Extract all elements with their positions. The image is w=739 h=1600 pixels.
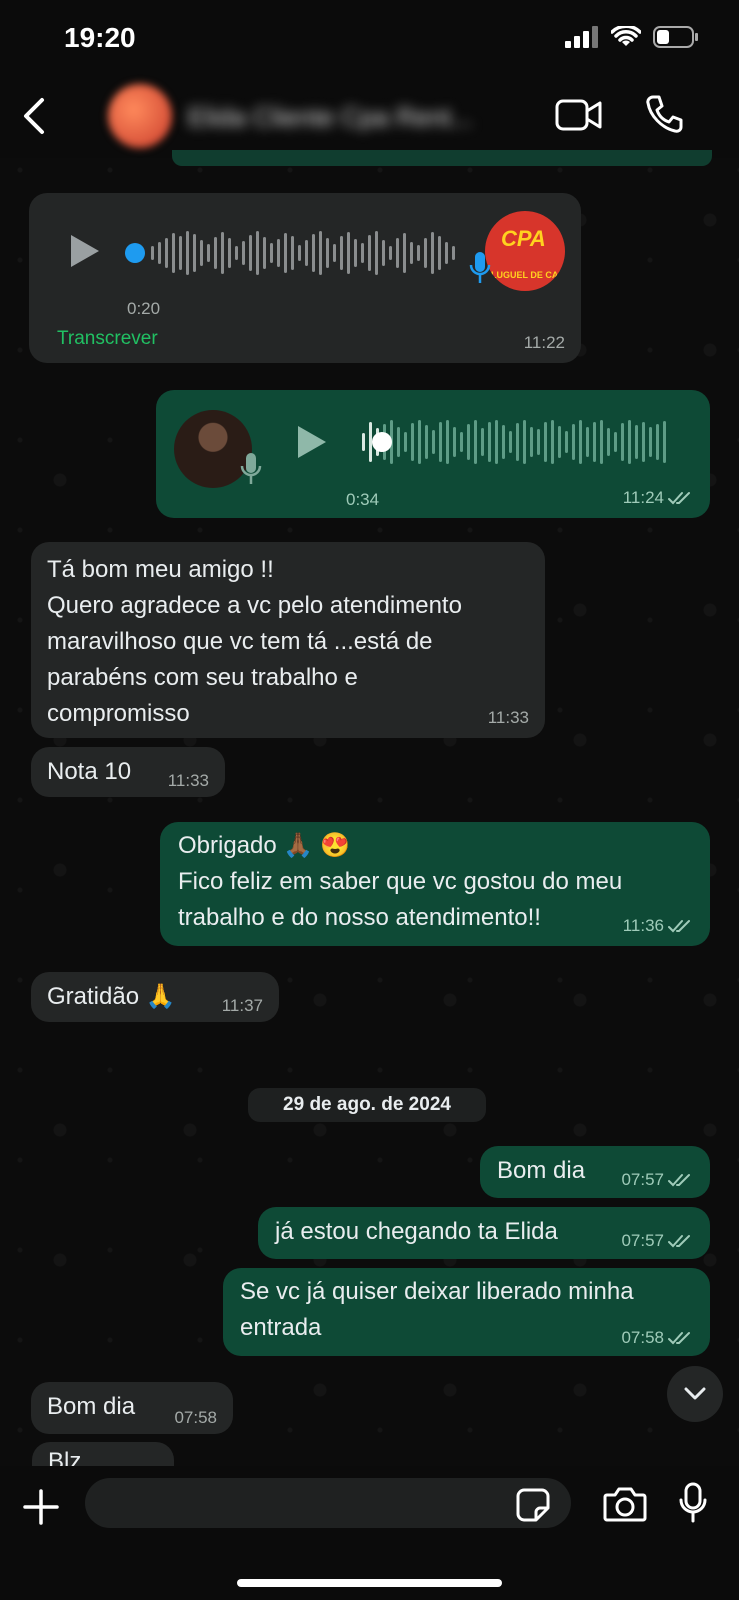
time-label: 07:57 [621, 1231, 664, 1250]
microphone-icon[interactable] [678, 1482, 708, 1524]
message-incoming[interactable]: Gratidão 🙏 11:37 [31, 972, 279, 1022]
message-text: Bom dia [497, 1157, 586, 1184]
voice-message-incoming[interactable]: 0:20 Transcrever CPA LUGUEL DE CARRO 11:… [29, 193, 581, 363]
voice-message-outgoing[interactable]: 0:34 11:24 [156, 390, 710, 518]
double-check-icon [668, 1174, 690, 1187]
message-time: 11:33 [168, 771, 209, 791]
playback-position-dot[interactable] [125, 243, 145, 263]
message-text: Bom dia [47, 1393, 136, 1420]
time-label: 07:58 [174, 1408, 217, 1427]
mic-icon [469, 252, 491, 283]
back-icon[interactable] [18, 94, 48, 138]
double-check-icon [668, 492, 690, 505]
message-time: 07:58 [621, 1328, 694, 1348]
message-text: Se vc já quiser deixar liberado minha en… [240, 1278, 634, 1341]
message-input[interactable] [85, 1478, 571, 1528]
message-outgoing[interactable]: Bom dia 07:57 [480, 1146, 710, 1198]
time-label: 11:33 [167, 771, 209, 790]
sticker-icon[interactable] [516, 1488, 550, 1522]
time-label: 11:36 [622, 916, 664, 935]
message-text: Obrigado 🙏🏾 😍 Fico feliz em saber que vc… [178, 832, 623, 931]
date-separator: 29 de ago. de 2024 [248, 1088, 486, 1122]
waveform[interactable] [362, 418, 666, 466]
wifi-icon [611, 26, 641, 46]
message-incoming-partial[interactable]: Blz [32, 1442, 174, 1466]
message-time: 11:36 [623, 916, 694, 936]
phone-call-icon[interactable] [645, 94, 683, 134]
message-outgoing[interactable]: já estou chegando ta Elida 07:57 [258, 1207, 710, 1259]
status-time: 19:20 [64, 22, 136, 53]
logo-text: CPA [501, 226, 546, 251]
message-time: 11:33 [488, 708, 529, 728]
video-call-icon[interactable] [555, 98, 603, 132]
playback-position-dot[interactable] [372, 432, 392, 452]
message-outgoing[interactable]: Se vc já quiser deixar liberado minha en… [223, 1268, 710, 1356]
chat-header: Elida Cliente Cpa Rent... [0, 78, 739, 158]
message-incoming[interactable]: Tá bom meu amigo !! Quero agradece a vc … [31, 542, 545, 738]
signal-icon [565, 26, 598, 48]
double-check-icon [668, 1235, 690, 1248]
plus-icon[interactable] [22, 1488, 60, 1526]
message-time: 07:57 [621, 1231, 694, 1251]
composer-bar [0, 1466, 739, 1600]
contact-name[interactable]: Elida Cliente Cpa Rent... [188, 102, 473, 133]
message-incoming[interactable]: Bom dia 07:58 [31, 1382, 233, 1434]
message-time: 11:37 [222, 996, 263, 1016]
time-label: 11:22 [523, 333, 565, 352]
message-outgoing[interactable]: Obrigado 🙏🏾 😍 Fico feliz em saber que vc… [160, 822, 710, 946]
previous-message-edge [172, 150, 712, 166]
message-time: 07:57 [621, 1170, 694, 1190]
message-incoming[interactable]: Nota 10 11:33 [31, 747, 225, 797]
message-text: Gratidão 🙏 [47, 983, 176, 1010]
voice-duration: 0:34 [346, 490, 380, 509]
time-label: 07:57 [621, 1170, 664, 1189]
sender-avatar-logo: CPA LUGUEL DE CARRO [485, 211, 565, 291]
home-indicator [237, 1579, 502, 1587]
logo-subtext: LUGUEL DE CARRO [491, 270, 565, 280]
message-time: 11:22 [524, 333, 565, 353]
transcribe-button[interactable]: Transcrever [57, 321, 158, 357]
contact-avatar[interactable] [108, 84, 172, 148]
time-label: 11:33 [487, 708, 529, 727]
time-label: 11:37 [221, 996, 263, 1015]
message-text: já estou chegando ta Elida [275, 1218, 558, 1245]
time-label: 07:58 [621, 1328, 664, 1347]
camera-icon[interactable] [603, 1486, 647, 1522]
message-time: 11:24 [623, 488, 694, 508]
mic-icon [240, 453, 262, 484]
battery-icon [653, 26, 698, 48]
play-icon[interactable] [69, 233, 101, 269]
message-text: Nota 10 [47, 758, 132, 785]
waveform[interactable] [151, 229, 455, 277]
message-time: 07:58 [174, 1408, 217, 1428]
double-check-icon [668, 1332, 690, 1345]
message-text: Tá bom meu amigo !! Quero agradece a vc … [47, 556, 462, 727]
play-icon[interactable] [296, 424, 328, 460]
time-label: 11:24 [622, 488, 664, 507]
message-text: Blz [48, 1448, 82, 1466]
status-icons [565, 26, 699, 48]
double-check-icon [668, 920, 690, 933]
scroll-to-bottom-button[interactable] [667, 1366, 723, 1422]
chevron-down-icon [684, 1387, 706, 1400]
